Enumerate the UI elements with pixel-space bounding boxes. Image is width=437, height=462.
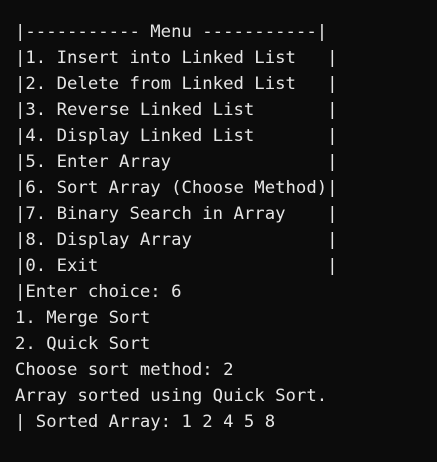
sort-option-quick: 2. Quick Sort <box>15 334 151 354</box>
menu-item-display-linked-list: |4. Display Linked List | <box>15 126 338 146</box>
menu-item-binary-search: |7. Binary Search in Array | <box>15 204 338 224</box>
sort-result-message: Array sorted using Quick Sort. <box>15 386 328 406</box>
menu-item-sort-array: |6. Sort Array (Choose Method)| <box>15 178 338 198</box>
menu-item-reverse-linked-list: |3. Reverse Linked List | <box>15 100 338 120</box>
sort-option-merge: 1. Merge Sort <box>15 308 151 328</box>
sorted-array-output: | Sorted Array: 1 2 4 5 8 <box>15 412 276 432</box>
menu-item-enter-array: |5. Enter Array | <box>15 152 338 172</box>
choice-prompt: |Enter choice: 6 <box>15 282 182 302</box>
menu-item-exit: |0. Exit | <box>15 256 338 276</box>
sort-method-prompt: Choose sort method: 2 <box>15 360 234 380</box>
menu-item-display-array: |8. Display Array | <box>15 230 338 250</box>
menu-border-top: |----------- Menu -----------| <box>15 22 328 42</box>
menu-item-insert-linked-list: |1. Insert into Linked List | <box>15 48 338 68</box>
terminal-window[interactable]: |----------- Menu -----------| |1. Inser… <box>0 0 437 462</box>
menu-item-delete-linked-list: |2. Delete from Linked List | <box>15 74 338 94</box>
